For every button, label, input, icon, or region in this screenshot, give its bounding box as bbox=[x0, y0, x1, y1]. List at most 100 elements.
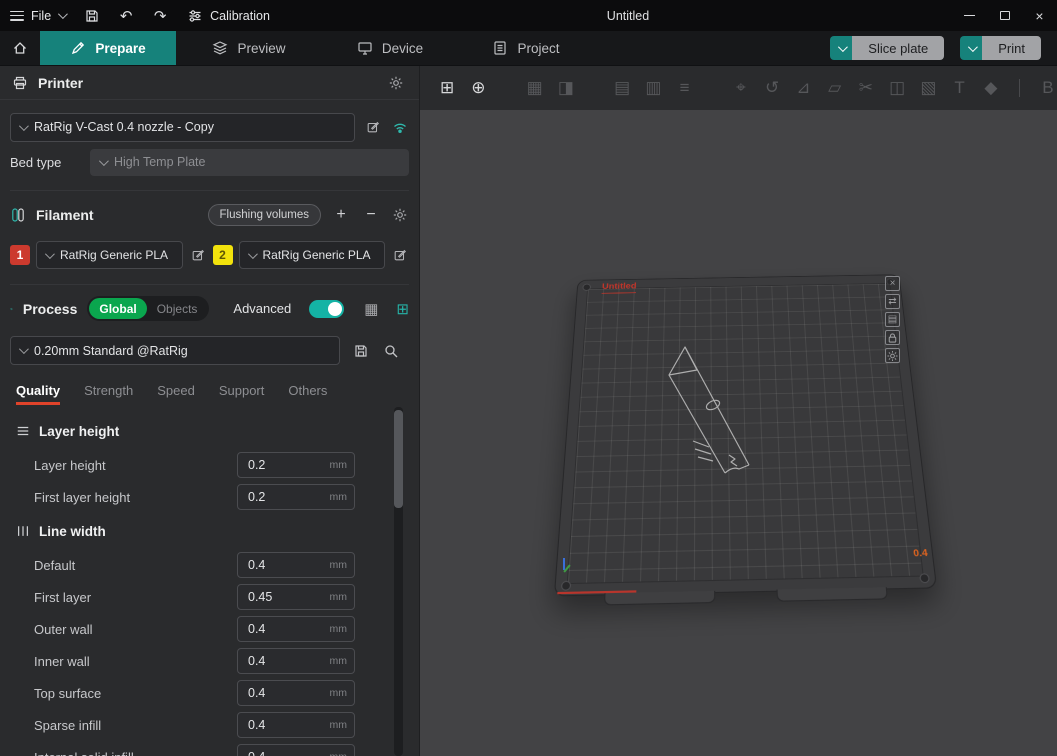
plate-settings-icon[interactable] bbox=[885, 348, 900, 363]
value-input[interactable] bbox=[238, 490, 330, 504]
home-tab[interactable] bbox=[0, 31, 40, 65]
flatten-icon[interactable]: ▱ bbox=[826, 78, 844, 98]
value-input[interactable] bbox=[238, 458, 330, 472]
minimize-button[interactable] bbox=[952, 0, 987, 31]
auto-orient-icon[interactable]: ◨ bbox=[557, 78, 575, 98]
tab-support[interactable]: Support bbox=[219, 383, 265, 402]
setting-label: Inner wall bbox=[12, 654, 237, 669]
layer-height-input[interactable]: mm bbox=[237, 452, 355, 478]
print-options-button[interactable] bbox=[960, 36, 982, 60]
line-width-sparse-infill-input[interactable]: mm bbox=[237, 712, 355, 738]
scale-icon[interactable]: ⊿ bbox=[794, 78, 812, 98]
edit-filament-1-button[interactable] bbox=[189, 246, 207, 264]
filament-1-select[interactable]: RatRig Generic PLA bbox=[36, 241, 183, 269]
calibration-button[interactable]: Calibration bbox=[177, 0, 280, 31]
preset-structure-icon[interactable]: ⊞ bbox=[396, 300, 409, 318]
move-icon[interactable]: ⌖ bbox=[732, 78, 750, 98]
tab-speed[interactable]: Speed bbox=[157, 383, 195, 402]
settings-scrollbar[interactable] bbox=[394, 407, 403, 756]
tab-others[interactable]: Others bbox=[288, 383, 327, 402]
support-paint-icon[interactable]: ▧ bbox=[919, 78, 937, 98]
file-menu-button[interactable]: File bbox=[0, 0, 75, 31]
3d-scene[interactable]: Untitled 0.4 bbox=[420, 110, 1057, 756]
value-input[interactable] bbox=[238, 558, 330, 572]
redo-button[interactable]: ↷ bbox=[143, 0, 177, 31]
close-button[interactable]: × bbox=[1022, 0, 1057, 31]
value-input[interactable] bbox=[238, 686, 330, 700]
tab-preview[interactable]: Preview bbox=[176, 31, 322, 65]
text-tool-icon[interactable]: T bbox=[951, 78, 969, 98]
advanced-toggle[interactable] bbox=[309, 300, 344, 318]
value-input[interactable] bbox=[238, 750, 330, 756]
filament-1-badge[interactable]: 1 bbox=[10, 245, 30, 265]
first-layer-height-input[interactable]: mm bbox=[237, 484, 355, 510]
maximize-button[interactable] bbox=[987, 0, 1022, 31]
seam-paint-icon[interactable]: ◆ bbox=[982, 78, 1000, 98]
printer-preset-select[interactable]: RatRig V-Cast 0.4 nozzle - Copy bbox=[10, 113, 355, 142]
process-preset-select[interactable]: 0.20mm Standard @RatRig bbox=[10, 336, 340, 365]
line-width-inner-wall-input[interactable]: mm bbox=[237, 648, 355, 674]
process-scope-toggle[interactable]: Global Objects bbox=[87, 296, 209, 321]
setting-row: Inner wall mm bbox=[12, 645, 383, 677]
line-width-default-input[interactable]: mm bbox=[237, 552, 355, 578]
slice-plate-button[interactable]: Slice plate bbox=[830, 36, 944, 60]
plate-swap-icon[interactable]: ⇄ bbox=[885, 294, 900, 309]
line-width-internal-solid-infill-input[interactable]: mm bbox=[237, 744, 355, 756]
tab-project[interactable]: Project bbox=[458, 31, 594, 65]
plate-lock-icon[interactable] bbox=[885, 330, 900, 345]
filament-2-select[interactable]: RatRig Generic PLA bbox=[239, 241, 386, 269]
object-list-icon[interactable]: ≡ bbox=[676, 78, 694, 98]
printer-settings-button[interactable] bbox=[387, 74, 405, 92]
cut-icon[interactable]: ✂ bbox=[857, 78, 875, 98]
bed-type-select[interactable]: High Temp Plate bbox=[90, 149, 409, 176]
scope-global[interactable]: Global bbox=[89, 298, 146, 319]
rotate-icon[interactable]: ↺ bbox=[763, 78, 781, 98]
edit-filament-2-button[interactable] bbox=[391, 246, 409, 264]
search-settings-button[interactable] bbox=[382, 342, 400, 360]
save-preset-button[interactable] bbox=[352, 342, 370, 360]
tab-prepare[interactable]: Prepare bbox=[40, 31, 176, 65]
app-window: File ↶ ↷ Calibration Untitled × bbox=[0, 0, 1057, 756]
tab-device[interactable]: Device bbox=[322, 31, 458, 65]
edit-printer-button[interactable] bbox=[364, 118, 382, 136]
tab-strength[interactable]: Strength bbox=[84, 383, 133, 402]
model-wireframe[interactable] bbox=[663, 343, 763, 481]
value-input[interactable] bbox=[238, 718, 330, 732]
add-object-icon[interactable]: ⊕ bbox=[469, 78, 487, 98]
value-input[interactable] bbox=[238, 590, 330, 604]
printer-connection-button[interactable] bbox=[391, 118, 409, 136]
tab-prepare-label: Prepare bbox=[95, 41, 145, 56]
device-icon bbox=[357, 40, 373, 56]
line-width-top-surface-input[interactable]: mm bbox=[237, 680, 355, 706]
settings-table-icon[interactable]: ▦ bbox=[364, 300, 378, 318]
split-to-parts-icon[interactable]: ▥ bbox=[644, 78, 662, 98]
scope-objects[interactable]: Objects bbox=[147, 298, 208, 319]
line-width-outer-wall-input[interactable]: mm bbox=[237, 616, 355, 642]
save-button[interactable] bbox=[75, 0, 109, 31]
scrollbar-thumb[interactable] bbox=[394, 410, 403, 508]
line-width-first-layer-input[interactable]: mm bbox=[237, 584, 355, 610]
value-input[interactable] bbox=[238, 622, 330, 636]
mesh-boolean-icon[interactable]: ◫ bbox=[888, 78, 906, 98]
tab-quality[interactable]: Quality bbox=[16, 383, 60, 402]
filament-section-header: Filament Flushing volumes + − bbox=[10, 190, 409, 230]
add-filament-button[interactable]: + bbox=[331, 206, 351, 224]
split-to-objects-icon[interactable]: ▤ bbox=[613, 78, 631, 98]
print-button[interactable]: Print bbox=[960, 36, 1041, 60]
slice-options-button[interactable] bbox=[830, 36, 852, 60]
unit-label: mm bbox=[330, 459, 355, 471]
calibration-label: Calibration bbox=[210, 9, 270, 23]
remove-filament-button[interactable]: − bbox=[361, 206, 381, 224]
tab-preview-label: Preview bbox=[237, 41, 285, 56]
assembly-icon[interactable]: B bbox=[1039, 78, 1057, 98]
arrange-icon[interactable]: ▦ bbox=[526, 78, 544, 98]
plate-close-icon[interactable]: × bbox=[885, 276, 900, 291]
undo-button[interactable]: ↶ bbox=[109, 0, 143, 31]
flushing-volumes-button[interactable]: Flushing volumes bbox=[208, 204, 321, 226]
filament-2-badge[interactable]: 2 bbox=[213, 245, 233, 265]
value-input[interactable] bbox=[238, 654, 330, 668]
filament-settings-button[interactable] bbox=[391, 206, 409, 224]
add-plate-icon[interactable]: ⊞ bbox=[438, 78, 456, 98]
plate-name-label[interactable]: Untitled bbox=[602, 282, 637, 294]
plate-grid-icon[interactable]: ▤ bbox=[885, 312, 900, 327]
